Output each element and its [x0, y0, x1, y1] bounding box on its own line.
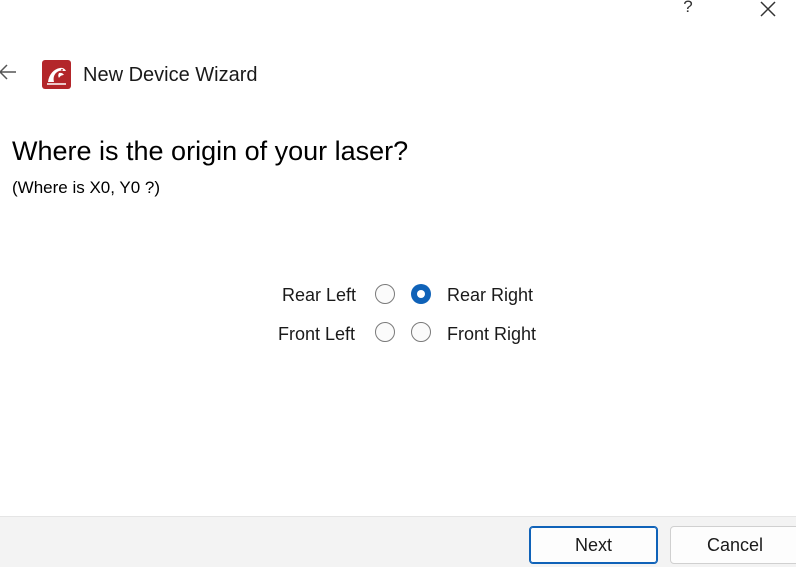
- help-icon: ?: [683, 0, 693, 16]
- wizard-title: New Device Wizard: [83, 64, 258, 86]
- page-subquestion: (Where is X0, Y0 ?): [12, 178, 161, 197]
- app-logo-icon: [42, 60, 71, 89]
- front-right-label[interactable]: Front Right: [447, 323, 536, 345]
- rear-right-label[interactable]: Rear Right: [447, 284, 533, 306]
- cancel-button[interactable]: Cancel: [670, 526, 796, 564]
- close-icon: [760, 1, 776, 17]
- new-device-wizard-window: ? New Device Wizard Where is the origin …: [0, 0, 796, 567]
- rear-left-label[interactable]: Rear Left: [282, 284, 356, 306]
- front-left-radio[interactable]: [375, 322, 395, 342]
- front-right-radio[interactable]: [411, 322, 431, 342]
- help-button[interactable]: ?: [676, 0, 700, 18]
- next-button[interactable]: Next: [529, 526, 658, 564]
- front-left-label[interactable]: Front Left: [278, 323, 355, 345]
- back-arrow-icon: [0, 64, 16, 80]
- page-question: Where is the origin of your laser?: [12, 136, 409, 166]
- back-button[interactable]: [0, 60, 20, 84]
- rear-right-radio[interactable]: [411, 284, 431, 304]
- close-button[interactable]: [756, 0, 780, 21]
- rear-left-radio[interactable]: [375, 284, 395, 304]
